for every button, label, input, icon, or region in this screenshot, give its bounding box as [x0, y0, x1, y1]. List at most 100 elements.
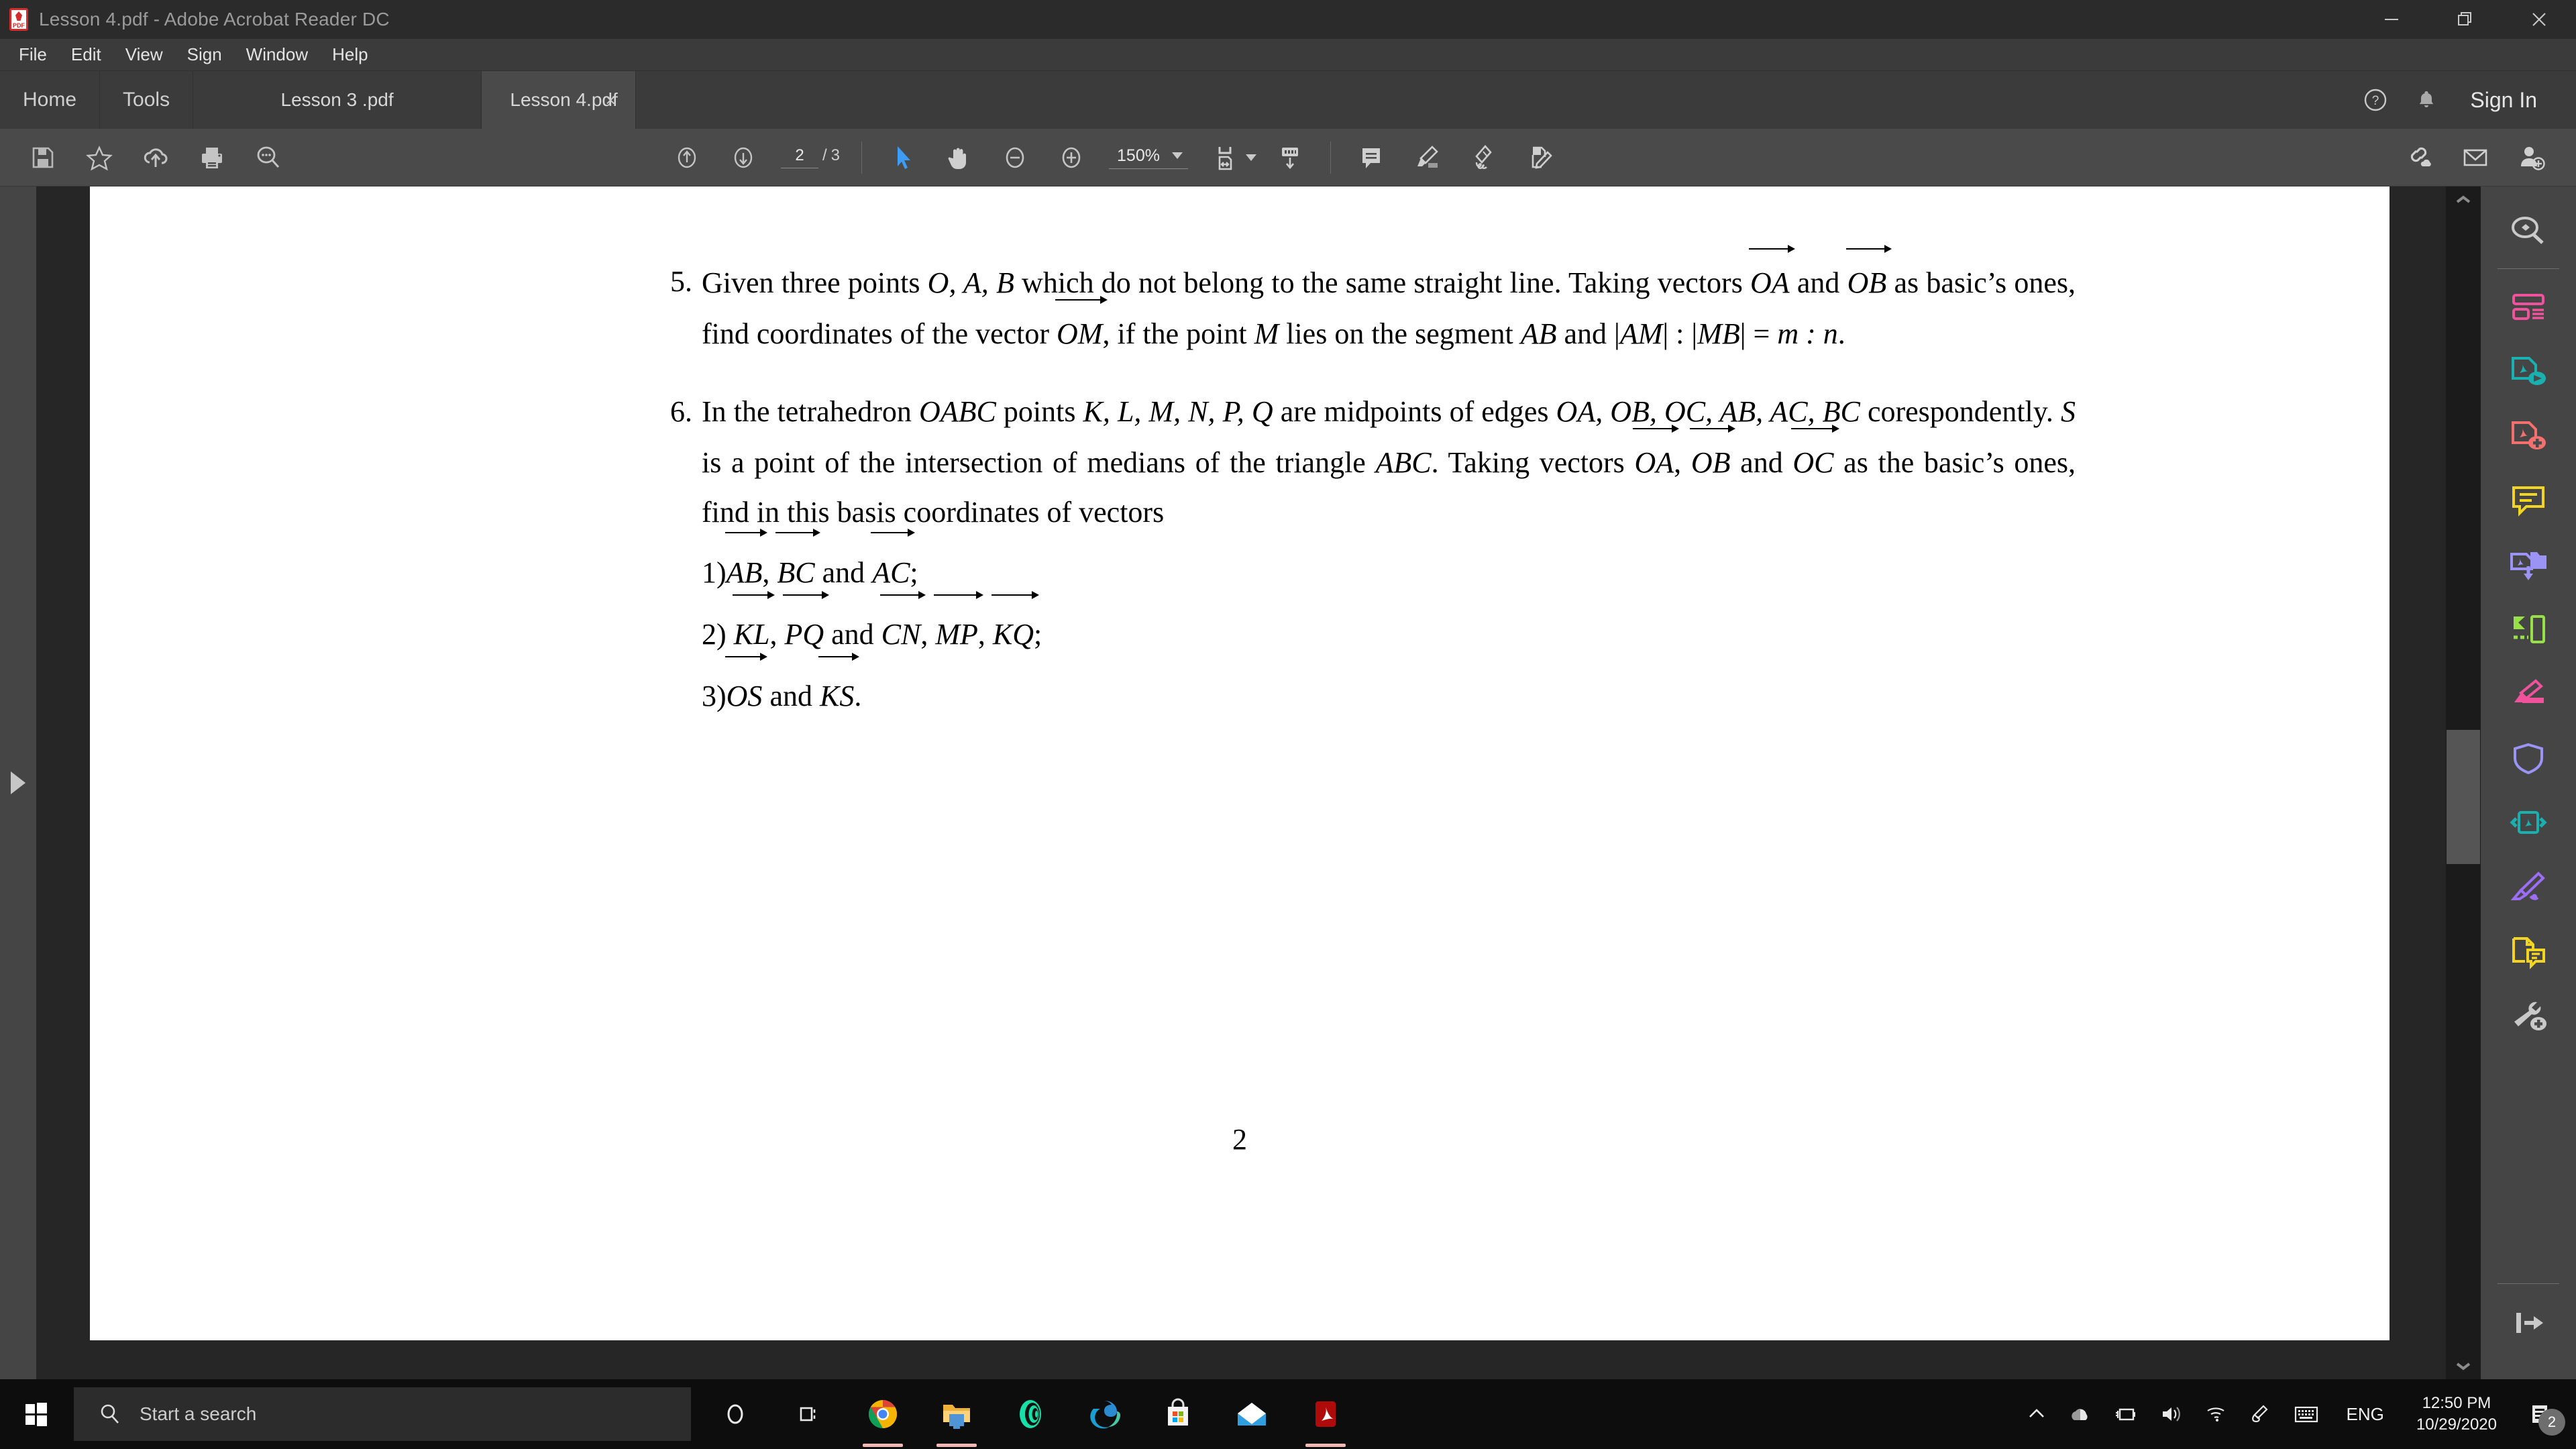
pdf-page: 5. Given three points O, A, B which do no… [90, 186, 2390, 1340]
fill-sign-tool-icon[interactable] [2493, 855, 2563, 920]
tab-lesson-4[interactable]: Lesson 4.pdf × [482, 71, 637, 129]
page-number-input[interactable]: 2 [781, 146, 818, 168]
cloud-upload-icon[interactable] [132, 134, 179, 181]
star-icon[interactable] [76, 134, 123, 181]
maximize-restore-button[interactable] [2428, 0, 2502, 39]
language-indicator[interactable]: ENG [2332, 1404, 2399, 1425]
organize-pages-icon[interactable] [2493, 598, 2563, 662]
page-indicator[interactable]: 2 / 3 [781, 146, 840, 168]
vertical-scrollbar[interactable] [2446, 186, 2481, 1379]
pdf-file-icon: PDF [9, 8, 30, 31]
pdf-problem-5: 5. Given three points O, A, B which do no… [667, 244, 2076, 359]
touch-keyboard-icon[interactable] [2284, 1379, 2329, 1449]
tab-lesson-3[interactable]: Lesson 3 .pdf [193, 71, 482, 129]
taskbar-app-list [703, 1379, 1358, 1449]
menu-window[interactable]: Window [234, 39, 320, 71]
zoom-out-icon[interactable] [991, 134, 1038, 181]
minimize-button[interactable] [2355, 0, 2428, 39]
print-icon[interactable] [189, 134, 235, 181]
email-icon[interactable] [2452, 134, 2499, 181]
file-explorer-icon[interactable] [924, 1379, 989, 1449]
fit-page-chevron-icon[interactable] [1245, 154, 1256, 161]
menu-sign[interactable]: Sign [175, 39, 234, 71]
zoom-in-icon[interactable] [1048, 134, 1095, 181]
clock[interactable]: 12:50 PM 10/29/2020 [2402, 1393, 2512, 1436]
more-tools-icon[interactable] [2493, 984, 2563, 1049]
comment-tool-icon[interactable] [2493, 469, 2563, 533]
microsoft-store-icon[interactable] [1146, 1379, 1210, 1449]
export-pdf-icon[interactable] [2493, 276, 2563, 340]
volume-icon[interactable] [2149, 1379, 2192, 1449]
problem-subitem: 2) KL, PQ and CN, MP, KQ; [702, 590, 2076, 665]
scroll-up-arrow-icon[interactable] [2446, 186, 2481, 213]
menu-view[interactable]: View [113, 39, 175, 71]
search-document-icon[interactable] [2493, 199, 2563, 263]
math-italic: K, L, M, N, P, Q [1083, 394, 1273, 428]
scroll-down-arrow-icon[interactable] [2446, 1352, 2481, 1379]
wifi-icon[interactable] [2195, 1379, 2238, 1449]
rail-divider-bottom [2498, 1283, 2559, 1284]
adobe-acrobat-icon[interactable] [1293, 1379, 1358, 1449]
search-icon[interactable] [245, 134, 292, 181]
protect-icon[interactable] [2493, 727, 2563, 791]
sign-in-button[interactable]: Sign In [2455, 88, 2556, 113]
arrow-down-circle-icon[interactable] [720, 134, 767, 181]
text-run: 2) [702, 617, 734, 651]
mail-icon[interactable] [1220, 1379, 1284, 1449]
add-person-icon[interactable] [2508, 134, 2555, 181]
cursor-select-icon[interactable] [879, 134, 926, 181]
text-run: | = [1739, 317, 1778, 350]
tab-tools[interactable]: Tools [100, 71, 194, 129]
math-italic: ABC [1375, 445, 1432, 479]
document-viewport[interactable]: 5. Given three points O, A, B which do no… [36, 186, 2446, 1379]
chevron-down-icon[interactable] [1171, 152, 1183, 159]
sign-pen-icon[interactable] [1460, 134, 1507, 181]
left-panel-toggle[interactable] [0, 186, 36, 1379]
taskbar-search-input[interactable]: Start a search [74, 1387, 691, 1441]
fit-page-icon[interactable] [1202, 134, 1249, 181]
show-hidden-icons-icon[interactable] [2017, 1379, 2057, 1449]
collapse-tools-panel-icon[interactable] [2493, 1291, 2563, 1355]
expand-left-panel-icon[interactable] [11, 771, 25, 794]
text-run: 1) [702, 555, 727, 589]
arrow-up-circle-icon[interactable] [663, 134, 710, 181]
save-icon[interactable] [19, 134, 66, 181]
combine-files-icon[interactable] [2493, 533, 2563, 598]
menu-edit[interactable]: Edit [59, 39, 113, 71]
redact-icon[interactable] [2493, 662, 2563, 727]
onedrive-icon[interactable] [2059, 1379, 2101, 1449]
spiral-app-icon[interactable] [998, 1379, 1063, 1449]
tab-home[interactable]: Home [0, 71, 101, 129]
create-pdf-icon[interactable] [2493, 340, 2563, 405]
highlighter-icon[interactable] [1404, 134, 1451, 181]
pen-bluetooth-icon[interactable] [2241, 1379, 2281, 1449]
hand-pan-icon[interactable] [935, 134, 982, 181]
vector-notation: KQ [991, 590, 1040, 665]
text-run: which do not belong to the same straight… [1014, 266, 1751, 299]
zoom-level-selector[interactable]: 150% [1109, 146, 1188, 169]
edge-icon[interactable] [1072, 1379, 1136, 1449]
chrome-icon[interactable] [851, 1379, 915, 1449]
help-circle-icon[interactable]: ? [2353, 78, 2398, 122]
compress-pdf-icon[interactable] [2493, 791, 2563, 855]
text-run: ; [1034, 617, 1042, 651]
battery-charging-icon[interactable] [2104, 1379, 2147, 1449]
tab-close-icon[interactable]: × [600, 90, 621, 110]
request-signature-icon[interactable] [2493, 920, 2563, 984]
text-run: , [769, 617, 785, 651]
share-link-icon[interactable] [2396, 134, 2443, 181]
notification-bell-icon[interactable] [2404, 78, 2449, 122]
windows-start-icon[interactable] [0, 1379, 72, 1449]
scroll-mode-icon[interactable] [1267, 134, 1313, 181]
menu-help[interactable]: Help [320, 39, 380, 71]
menu-file[interactable]: File [7, 39, 59, 71]
action-center-icon[interactable]: 2 [2514, 1379, 2571, 1449]
scrollbar-thumb[interactable] [2447, 730, 2480, 864]
task-view-icon[interactable] [777, 1379, 841, 1449]
fill-and-sign-icon[interactable] [1517, 134, 1564, 181]
edit-pdf-icon[interactable] [2493, 405, 2563, 469]
close-button[interactable] [2502, 0, 2576, 39]
comment-icon[interactable] [1348, 134, 1395, 181]
text-run: are midpoints of edges [1273, 394, 1556, 428]
cortana-icon[interactable] [703, 1379, 767, 1449]
